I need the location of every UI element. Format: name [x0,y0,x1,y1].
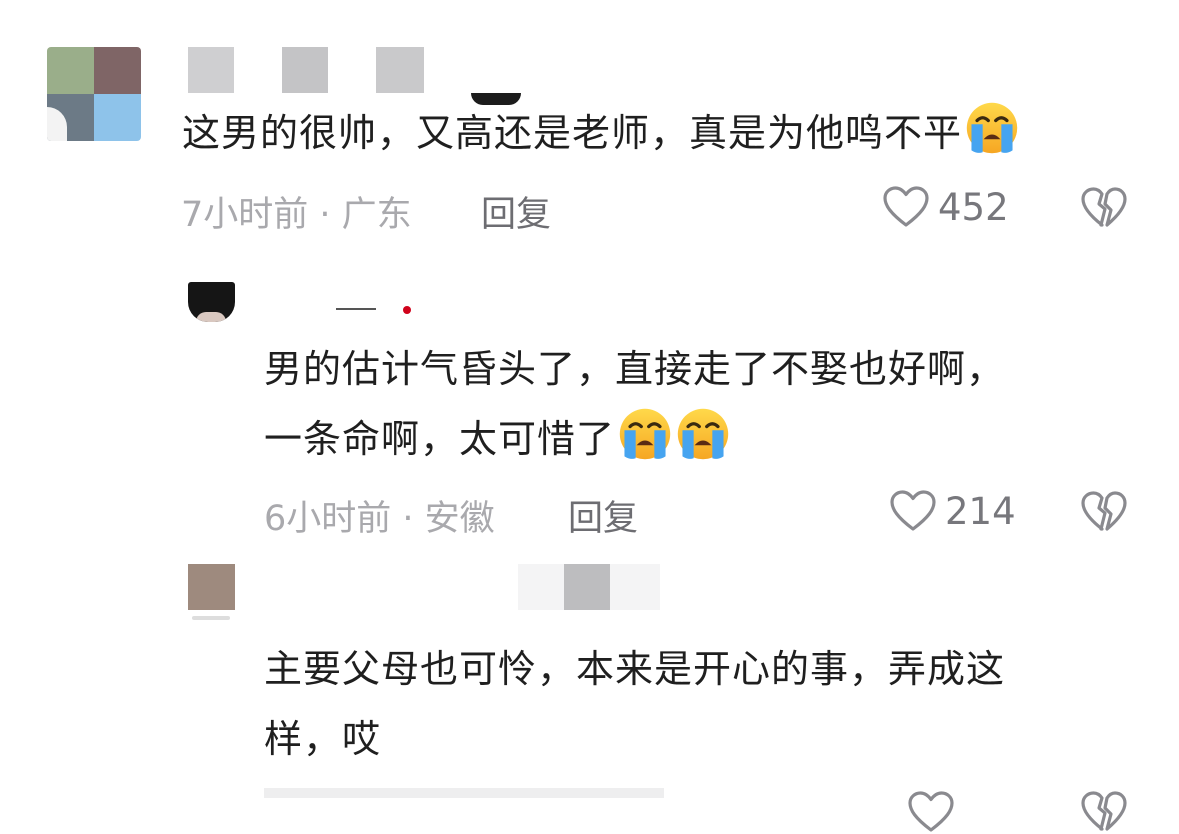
username-redacted[interactable] [518,564,660,610]
comment-meta: 6小时前 · 安徽 [264,499,495,539]
heart-outline-icon [882,185,930,229]
comment-text: 主要父母也可怜，本来是开心的事，弄成这 样，哎 [264,647,1006,761]
loudly-crying-face-icon [617,406,673,462]
heart-outline-icon[interactable] [907,790,955,834]
like-count: 452 [938,185,1009,229]
avatar[interactable] [188,564,235,626]
username-redacted[interactable] [188,47,521,105]
loudly-crying-face-icon [964,100,1020,156]
broken-heart-icon[interactable] [1080,186,1128,230]
like-button[interactable]: 452 [882,185,1009,229]
username-redacted[interactable] [336,306,426,314]
heart-outline-icon [889,489,937,533]
comment-meta-partial [264,788,664,798]
comment-text: 这男的很帅，又高还是老师，真是为他鸣不平 [182,98,1020,168]
like-button[interactable]: 214 [889,489,1016,533]
broken-heart-icon[interactable] [1080,490,1128,534]
avatar[interactable] [47,47,141,141]
loudly-crying-face-icon [675,406,731,462]
broken-heart-icon[interactable] [1080,790,1128,834]
like-count: 214 [945,489,1016,533]
comment-meta: 7小时前 · 广东 [181,195,412,235]
avatar[interactable] [188,282,235,322]
reply-button[interactable]: 回复 [481,186,551,237]
reply-button[interactable]: 回复 [568,490,638,541]
comment-text: 男的估计气昏头了，直接走了不娶也好啊， 一条命啊，太可惜了 [264,347,1006,462]
